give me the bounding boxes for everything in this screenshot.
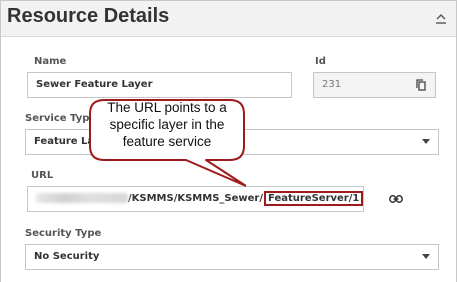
resource-details-panel: Resource Details Name Sewer Feature Laye… [0,0,457,282]
chevron-down-icon [422,254,430,259]
chevron-down-icon [422,139,430,144]
copy-icon[interactable] [416,79,426,91]
service-type-label: Service Type [25,113,97,124]
security-type-select[interactable]: No Security [25,244,439,270]
chevron-up-icon[interactable] [434,11,448,27]
panel-title: Resource Details [7,5,170,27]
id-label: Id [315,56,326,67]
security-type-label: Security Type [25,228,102,239]
security-type-value: No Security [34,251,100,262]
link-icon[interactable] [389,195,403,203]
panel-content: Name Sewer Feature Layer Id 231 Service … [1,38,456,282]
id-field: 231 [313,72,436,98]
id-value: 231 [322,79,342,90]
callout-text: The URL points to a specific layer in th… [107,100,227,149]
name-label: Name [34,56,67,67]
name-input[interactable]: Sewer Feature Layer [27,72,292,98]
url-highlight: FeatureServer/1 [264,191,363,206]
panel-header: Resource Details [1,1,456,37]
url-label: URL [31,170,54,181]
